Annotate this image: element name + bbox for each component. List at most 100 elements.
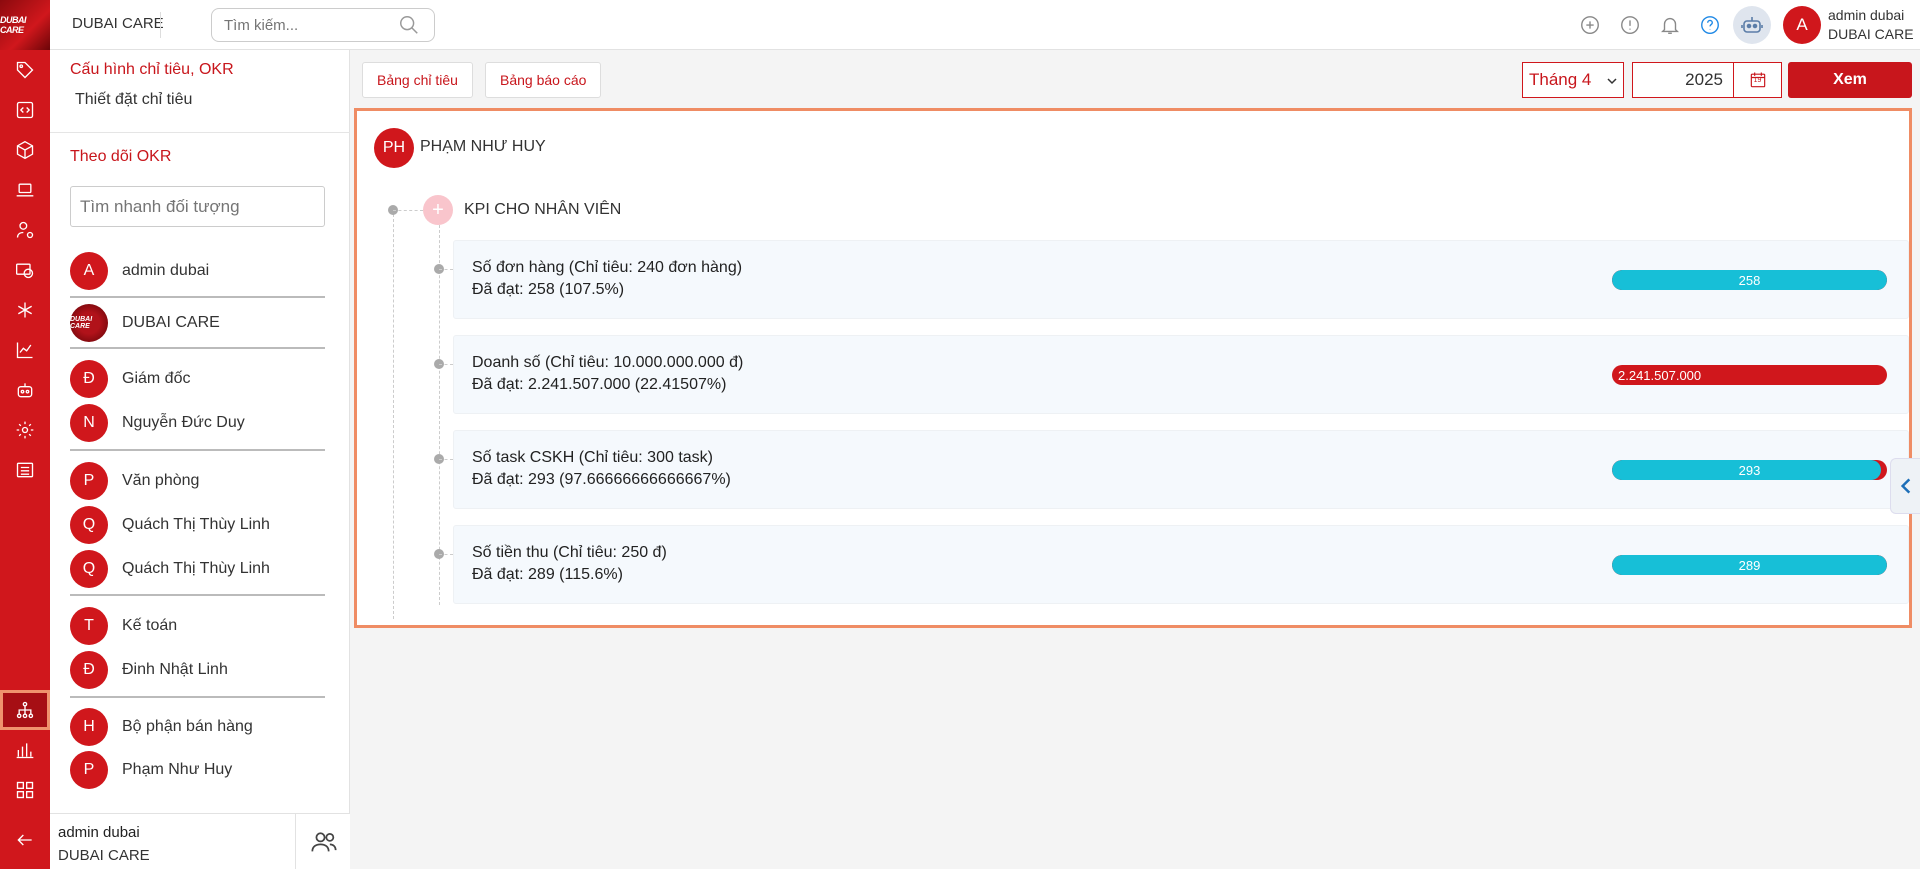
tree-line [439, 269, 453, 270]
list-item[interactable]: Q Quách Thị Thùy Linh [70, 505, 325, 545]
collapse-panel-button[interactable] [1890, 458, 1920, 514]
users-icon[interactable] [310, 828, 338, 856]
config-item[interactable]: Thiết đặt chỉ tiêu [75, 91, 192, 109]
tree-line [439, 459, 453, 460]
group-divider [70, 347, 325, 349]
kpi-title: Số tiền thu (Chỉ tiêu: 250 đ) [472, 544, 667, 561]
kpi-achieved: Đã đạt: 293 (97.66666666666667%) [472, 471, 731, 488]
month-value: Tháng 4 [1529, 70, 1592, 89]
robot-icon[interactable] [0, 370, 50, 410]
laptop-icon[interactable] [0, 170, 50, 210]
track-section-title: Theo dõi OKR [70, 148, 172, 165]
box-icon[interactable] [0, 130, 50, 170]
kpi-group-name: KPI CHO NHÂN VIÊN [464, 201, 622, 218]
chevron-down-icon [1607, 78, 1617, 85]
company-logo: DUBAI CARE [70, 304, 108, 342]
gear-icon[interactable] [0, 410, 50, 450]
progress-bar: 289 [1612, 555, 1887, 575]
progress-label: 293 [1738, 463, 1761, 478]
list-item-label: Kế toán [122, 617, 178, 634]
search-icon[interactable] [398, 14, 420, 36]
kpi-achieved: Đã đạt: 258 (107.5%) [472, 281, 625, 298]
kpi-card[interactable]: Số tiền thu (Chỉ tiêu: 250 đ) Đã đạt: 28… [453, 525, 1909, 604]
bell-icon[interactable] [1658, 13, 1682, 37]
divider [160, 12, 161, 38]
list-item-label: Đinh Nhật Linh [122, 661, 228, 678]
avatar: T [70, 607, 108, 645]
kpi-card[interactable]: Số đơn hàng (Chỉ tiêu: 240 đơn hàng) Đã … [453, 240, 1909, 319]
list-item[interactable]: P Văn phòng [70, 461, 325, 501]
progress-label: 2.241.507.000 [1618, 368, 1702, 383]
tree-line [393, 209, 394, 619]
avatar: Q [70, 550, 108, 588]
checklist-icon[interactable] [0, 770, 50, 810]
divider [295, 814, 296, 869]
avatar: Q [70, 506, 108, 544]
view-button[interactable]: Xem [1788, 62, 1912, 98]
help-icon[interactable] [1698, 13, 1722, 37]
list-icon[interactable] [0, 450, 50, 490]
list-item[interactable]: Q Quách Thị Thùy Linh [70, 549, 325, 589]
list-item[interactable]: P Phạm Như Huy [70, 750, 325, 790]
list-item[interactable]: N Nguyễn Đức Duy [70, 403, 325, 443]
list-item-label: Phạm Như Huy [122, 761, 233, 778]
progress-label: 258 [1738, 273, 1761, 288]
bar-chart-icon[interactable] [0, 730, 50, 770]
month-select[interactable]: Tháng 4 [1522, 62, 1624, 98]
kpi-card[interactable]: Số task CSKH (Chỉ tiêu: 300 task) Đã đạt… [453, 430, 1909, 509]
bot-icon[interactable] [1733, 6, 1771, 44]
year-input[interactable]: 2025 [1632, 62, 1733, 98]
list-item-label: admin dubai [122, 262, 210, 279]
tree-line [439, 554, 453, 555]
code-icon[interactable] [0, 90, 50, 130]
config-section-title: Cấu hình chỉ tiêu, OKR [70, 61, 234, 78]
app-logo[interactable]: DUBAI CARE [0, 0, 50, 50]
list-item[interactable]: DUBAI CARE DUBAI CARE [70, 303, 325, 343]
avatar[interactable]: A [1783, 6, 1821, 44]
avatar: P [70, 462, 108, 500]
kpi-title: Số đơn hàng (Chỉ tiêu: 240 đơn hàng) [472, 259, 743, 276]
tree-line [439, 364, 453, 365]
org-chart-icon[interactable] [0, 690, 50, 730]
calendar-button[interactable]: 19 [1733, 62, 1782, 98]
avatar: H [70, 708, 108, 746]
avatar: Đ [70, 360, 108, 398]
kpi-title: Số task CSKH (Chỉ tiêu: 300 task) [472, 449, 713, 466]
avatar: N [70, 404, 108, 442]
money-icon[interactable] [0, 250, 50, 290]
calendar-day: 19 [1753, 77, 1762, 84]
employee-name: PHẠM NHƯ HUY [420, 138, 546, 155]
chevron-left-icon [1900, 478, 1910, 494]
brand-name: DUBAI CARE [72, 15, 164, 32]
chart-line-icon[interactable] [0, 330, 50, 370]
okr-side-panel: Cấu hình chỉ tiêu, OKR Thiết đặt chỉ tiê… [50, 50, 350, 869]
user-settings-icon[interactable] [0, 210, 50, 250]
avatar: Đ [70, 651, 108, 689]
list-item[interactable]: Đ Giám đốc [70, 359, 325, 399]
footer-user-name: admin dubai [58, 824, 140, 841]
tab-reports[interactable]: Bảng báo cáo [485, 62, 602, 98]
kpi-card[interactable]: Doanh số (Chỉ tiêu: 10.000.000.000 đ) Đã… [453, 335, 1909, 414]
alert-circle-icon[interactable] [1618, 13, 1642, 37]
add-circle-icon[interactable] [1578, 13, 1602, 37]
kpi-title: Doanh số (Chỉ tiêu: 10.000.000.000 đ) [472, 354, 744, 371]
tab-targets[interactable]: Bảng chỉ tiêu [362, 62, 473, 98]
arrow-left-icon[interactable] [0, 820, 50, 860]
progress-bar: 2.241.507.000 [1612, 365, 1887, 385]
progress-bar: 293 [1612, 460, 1887, 480]
tree-line [393, 210, 423, 211]
expand-button[interactable]: + [423, 195, 453, 225]
list-item-label: Văn phòng [122, 472, 200, 489]
asterisk-icon[interactable] [0, 290, 50, 330]
tag-icon[interactable] [0, 50, 50, 90]
list-item[interactable]: Aadmin dubai [70, 251, 325, 291]
list-item[interactable]: Đ Đinh Nhật Linh [70, 650, 325, 690]
quick-search-input[interactable] [70, 186, 325, 227]
divider [50, 132, 350, 133]
kpi-achieved: Đã đạt: 2.241.507.000 (22.41507%) [472, 376, 727, 393]
kpi-achieved: Đã đạt: 289 (115.6%) [472, 566, 623, 583]
group-divider [70, 594, 325, 596]
list-item[interactable]: H Bộ phận bán hàng [70, 707, 325, 747]
progress-bar: 258 [1612, 270, 1887, 290]
list-item[interactable]: T Kế toán [70, 606, 325, 646]
